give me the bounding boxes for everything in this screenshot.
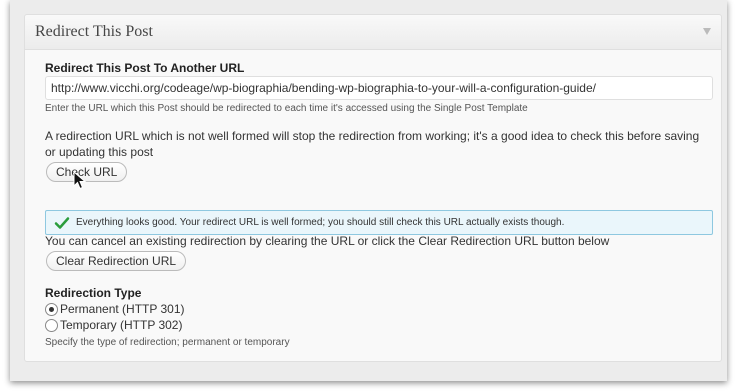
success-notice: Everything looks good. Your redirect URL… <box>45 210 713 235</box>
radio-permanent-label[interactable]: Permanent (HTTP 301) <box>60 302 185 316</box>
redirection-type-description: Specify the type of redirection; permane… <box>45 337 290 348</box>
notice-message: Everything looks good. Your redirect URL… <box>76 217 565 228</box>
redirect-postbox: Redirect This Post Redirect This Post To… <box>24 14 722 362</box>
mouse-cursor-icon <box>73 171 87 190</box>
window-frame: Redirect This Post Redirect This Post To… <box>10 0 727 381</box>
redirection-type-label: Redirection Type <box>45 286 142 300</box>
postbox-title: Redirect This Post <box>35 23 153 40</box>
redirect-url-input[interactable] <box>45 76 713 100</box>
radio-temporary-control[interactable] <box>45 319 58 332</box>
toggle-arrow-icon[interactable] <box>703 28 711 35</box>
clear-description: You can cancel an existing redirection b… <box>45 234 610 248</box>
radio-permanent-control[interactable] <box>45 303 58 316</box>
checkmark-icon <box>54 217 70 229</box>
redirect-url-description: Enter the URL which this Post should be … <box>45 103 528 114</box>
radio-temporary-label[interactable]: Temporary (HTTP 302) <box>60 318 182 332</box>
check-warning-line-1: A redirection URL which is not well form… <box>45 129 700 143</box>
postbox-header[interactable]: Redirect This Post <box>25 15 721 50</box>
clear-redirection-url-button[interactable]: Clear Redirection URL <box>46 251 187 271</box>
redirect-url-label: Redirect This Post To Another URL <box>45 61 245 75</box>
check-warning-line-2: or updating this post <box>45 145 154 159</box>
